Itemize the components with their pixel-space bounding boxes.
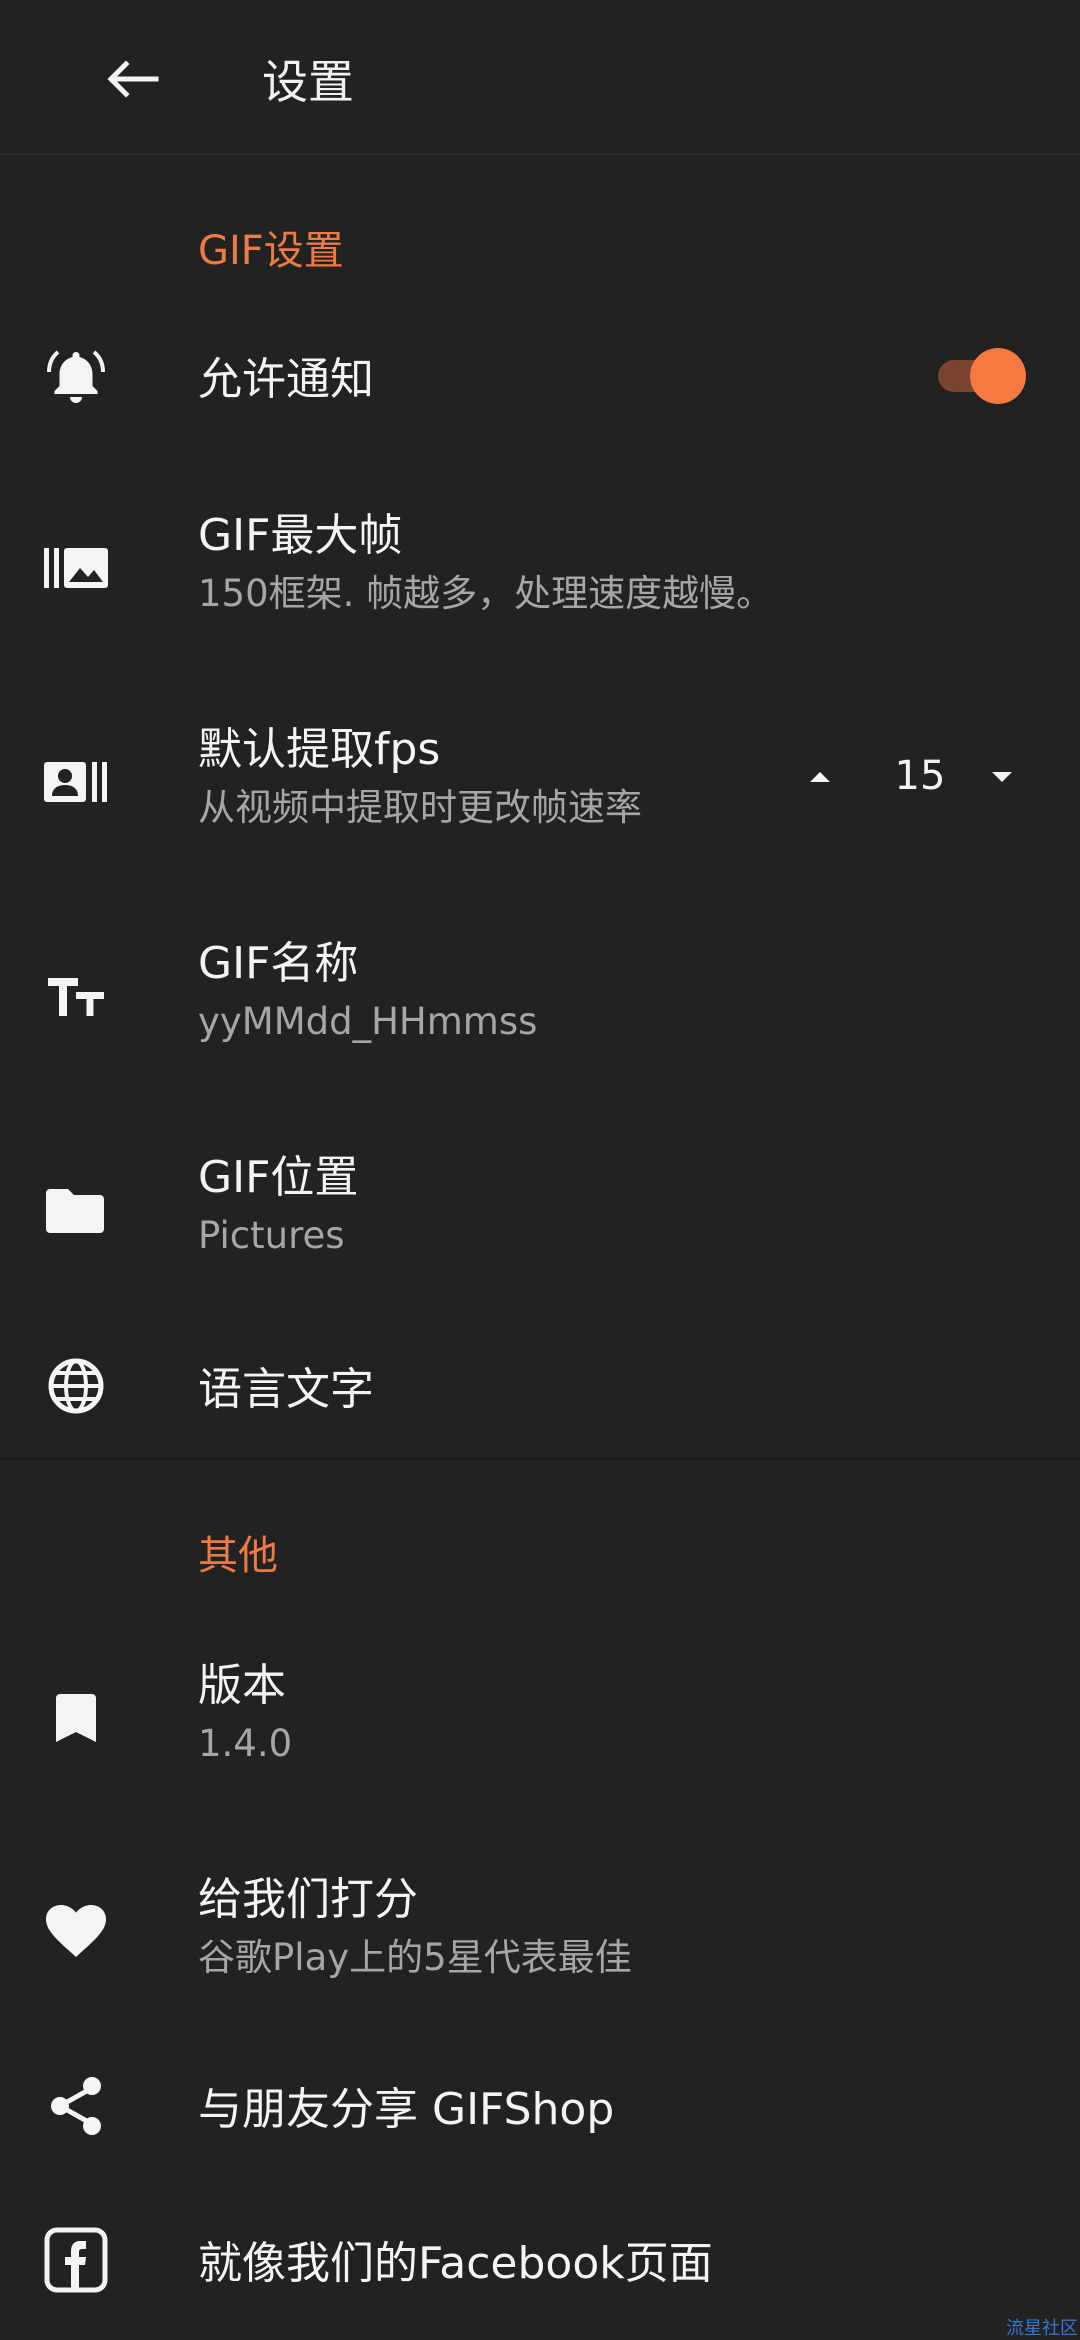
setting-title: 给我们打分	[198, 1874, 418, 1925]
contact-card-icon	[40, 746, 112, 818]
globe-icon	[40, 1350, 112, 1422]
setting-title: GIF位置	[198, 1152, 359, 1203]
notification-bell-icon	[40, 340, 112, 412]
setting-subtitle: 从视频中提取时更改帧速率	[198, 786, 642, 829]
setting-subtitle: 150框架. 帧越多，处理速度越慢。	[198, 572, 774, 615]
section-divider	[0, 1457, 1080, 1461]
back-button[interactable]	[92, 44, 172, 114]
setting-subtitle: yyMMdd_HHmmss	[198, 1000, 538, 1043]
facebook-icon	[40, 2224, 112, 2296]
setting-notifications[interactable]: 允许通知	[0, 318, 1080, 438]
setting-title: 语言文字	[198, 1364, 374, 1415]
page-title: 设置	[262, 55, 354, 109]
section-header-other: 其他	[198, 1533, 278, 1579]
app-bar: 设置	[0, 0, 1080, 155]
setting-title: 允许通知	[198, 354, 374, 405]
setting-gif-location[interactable]: GIF位置 Pictures	[0, 1132, 1080, 1302]
arrow-back-icon	[107, 60, 159, 98]
setting-facebook[interactable]: 就像我们的Facebook页面	[0, 2204, 1080, 2324]
toggle-thumb	[970, 348, 1026, 404]
fps-stepper[interactable]: 15	[790, 742, 1050, 812]
bookmark-icon	[40, 1682, 112, 1754]
setting-gif-name[interactable]: GIF名称 yyMMdd_HHmmss	[0, 918, 1080, 1088]
folder-icon	[40, 1174, 112, 1246]
share-icon	[40, 2070, 112, 2142]
arrow-down-icon	[992, 772, 1012, 782]
setting-title: 版本	[198, 1660, 286, 1711]
setting-title: GIF最大帧	[198, 510, 403, 561]
increase-button[interactable]	[790, 742, 850, 812]
fps-value: 15	[894, 753, 946, 799]
section-header-gif: GIF设置	[198, 228, 344, 274]
notifications-toggle[interactable]	[936, 346, 1028, 404]
setting-title: 默认提取fps	[198, 724, 441, 775]
photo-library-icon	[40, 532, 112, 604]
setting-fps[interactable]: 默认提取fps 从视频中提取时更改帧速率 15	[0, 704, 1080, 874]
heart-icon	[40, 1896, 112, 1968]
setting-subtitle: 1.4.0	[198, 1722, 293, 1765]
setting-subtitle: 谷歌Play上的5星代表最佳	[198, 1936, 632, 1979]
text-fields-icon	[40, 960, 112, 1032]
setting-title: GIF名称	[198, 938, 359, 989]
arrow-up-icon	[810, 772, 830, 782]
setting-title: 就像我们的Facebook页面	[198, 2238, 713, 2289]
setting-rate-us[interactable]: 给我们打分 谷歌Play上的5星代表最佳	[0, 1854, 1080, 2024]
decrease-button[interactable]	[972, 742, 1032, 812]
setting-max-frames[interactable]: GIF最大帧 150框架. 帧越多，处理速度越慢。	[0, 490, 1080, 660]
setting-subtitle: Pictures	[198, 1214, 345, 1257]
setting-language[interactable]: 语言文字	[0, 1330, 1080, 1450]
watermark: 流星社区	[1006, 2318, 1078, 2339]
setting-share[interactable]: 与朋友分享 GIFShop	[0, 2050, 1080, 2170]
setting-title: 与朋友分享 GIFShop	[198, 2084, 615, 2135]
setting-version: 版本 1.4.0	[0, 1640, 1080, 1810]
